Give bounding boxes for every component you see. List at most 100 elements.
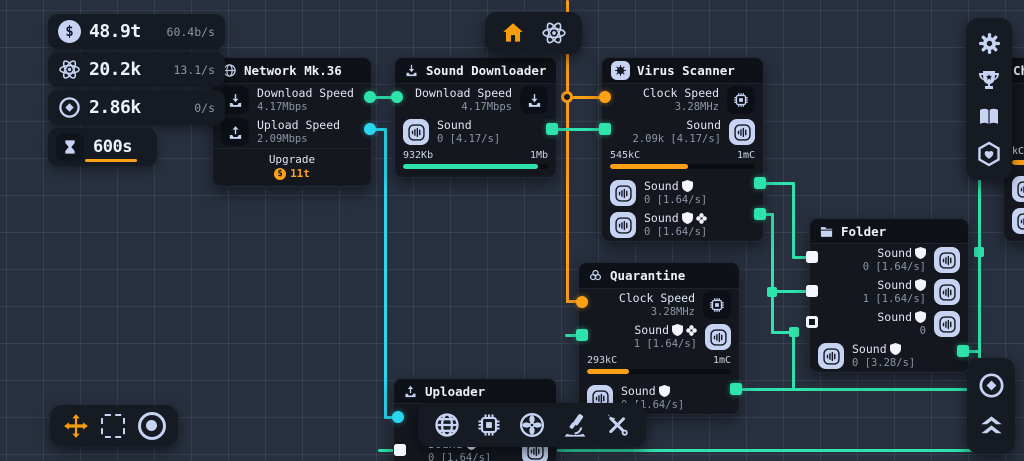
port-virus-scanner-sound-in[interactable] xyxy=(599,123,611,135)
sound-icon xyxy=(818,343,844,369)
port-folder-out[interactable] xyxy=(957,345,969,357)
wire-segment xyxy=(737,388,981,391)
port-folder-in-2[interactable] xyxy=(806,285,818,297)
double-chevron-up-icon[interactable] xyxy=(978,413,1005,440)
resource-cores: 2.86k 0/s xyxy=(48,90,225,125)
hex-heart-icon[interactable] xyxy=(976,141,1002,167)
port-virus-scanner-out-2[interactable] xyxy=(754,208,766,220)
wire-junction xyxy=(767,287,777,297)
node-title: Ch xyxy=(1013,63,1024,78)
folder-input-row-3: Sound 0 xyxy=(810,308,968,340)
shield-icon xyxy=(915,247,926,259)
port-network-download-out[interactable] xyxy=(364,91,376,103)
coin-icon: $ xyxy=(274,168,286,180)
wire-junction xyxy=(789,327,799,337)
port-sound-downloader-in[interactable] xyxy=(391,91,403,103)
biohazard-icon xyxy=(588,268,603,283)
port-folder-in-3[interactable] xyxy=(806,316,818,328)
home-icon[interactable] xyxy=(500,20,526,46)
network-upgrade-button[interactable]: Upgrade $ 11t xyxy=(213,148,371,186)
edge-row-2 xyxy=(1004,205,1024,237)
port-folder-in-1[interactable] xyxy=(806,251,818,263)
node-sound-downloader-header[interactable]: Sound Downloader xyxy=(395,58,556,84)
row-value: 0 [1.64/s] xyxy=(644,226,707,239)
download-icon xyxy=(520,86,548,114)
timer-underline xyxy=(85,159,137,162)
trophy-icon[interactable] xyxy=(977,68,1001,92)
atom-icon[interactable] xyxy=(541,20,567,46)
cores-rate: 0/s xyxy=(194,101,215,115)
row-value: 2.09Mbps xyxy=(257,133,340,146)
row-value: 4.17Mbps xyxy=(415,101,512,114)
vs-progress: 545kC 1mC xyxy=(602,148,763,177)
gear-icon[interactable] xyxy=(977,31,1002,56)
tools-icon[interactable] xyxy=(603,411,631,439)
q-clock-row: Clock Speed 3.28MHz xyxy=(579,289,739,321)
move-icon[interactable] xyxy=(63,413,89,439)
row-label: Sound xyxy=(852,342,887,356)
node-title: Uploader xyxy=(425,384,485,399)
port-uploader-in-1[interactable] xyxy=(392,411,404,423)
progress-fill xyxy=(587,369,629,374)
hourglass-icon xyxy=(56,133,84,161)
node-virus-scanner-header[interactable]: Virus Scanner xyxy=(602,58,763,84)
progress-current: 293kC xyxy=(587,355,617,366)
node-network-header[interactable]: Network Mk.36 xyxy=(213,58,371,84)
sd-progress: 932Kb 1Mb xyxy=(395,148,556,177)
folder-icon xyxy=(819,224,834,239)
cpu-icon[interactable] xyxy=(475,411,503,439)
download-icon xyxy=(221,86,249,114)
port-quarantine-out[interactable] xyxy=(730,383,742,395)
sound-icon xyxy=(934,279,960,305)
row-label: Sound xyxy=(634,323,669,337)
sd-download-row: Download Speed 4.17Mbps xyxy=(395,84,556,116)
network-upload-row: Upload Speed 2.09Mbps xyxy=(213,116,371,148)
row-label: Clock Speed xyxy=(619,291,695,305)
sound-icon xyxy=(1012,208,1024,234)
shield-icon xyxy=(915,279,926,291)
microscope-icon[interactable] xyxy=(561,411,589,439)
node-title: Folder xyxy=(841,224,886,239)
row-label: Clock Speed xyxy=(643,86,719,100)
book-icon[interactable] xyxy=(977,105,1001,129)
port-quarantine-clock-in[interactable] xyxy=(576,296,588,308)
row-value: 3.28MHz xyxy=(619,306,695,319)
port-virus-scanner-out-1[interactable] xyxy=(754,177,766,189)
row-value: 0 [3.28/s] xyxy=(852,357,915,370)
ring-diamond-icon[interactable] xyxy=(978,372,1005,399)
sound-icon xyxy=(934,247,960,273)
edge-row-1 xyxy=(1004,173,1024,205)
globe-icon[interactable] xyxy=(433,411,461,439)
fan-icon[interactable] xyxy=(518,411,546,439)
node-uploader-header[interactable]: Uploader xyxy=(394,379,556,404)
port-uploader-in-2[interactable] xyxy=(394,444,406,456)
port-virus-scanner-clock-in[interactable] xyxy=(599,91,611,103)
port-network-upload-out[interactable] xyxy=(364,123,376,135)
focus-circle-icon[interactable] xyxy=(138,412,166,440)
upgrade-cost: 11t xyxy=(290,167,310,180)
wire-junction xyxy=(974,247,984,257)
money-rate: 60.4b/s xyxy=(167,25,215,39)
research-value: 20.2k xyxy=(89,59,141,80)
wire-segment xyxy=(792,331,795,391)
wire-junction-ring xyxy=(561,91,573,103)
row-value: 0 [1.64/s] xyxy=(863,261,926,274)
bottom-right-dock xyxy=(967,358,1015,454)
wire-segment xyxy=(384,128,387,418)
port-sound-downloader-out[interactable] xyxy=(546,123,558,135)
node-folder-header[interactable]: Folder xyxy=(810,219,968,244)
upload-icon xyxy=(221,118,249,146)
node-title: Quarantine xyxy=(610,268,685,283)
right-sidebar xyxy=(966,18,1012,180)
node-quarantine-header[interactable]: Quarantine xyxy=(579,263,739,289)
vs-sound-in-row: Sound 2.09k [4.17/s] xyxy=(602,116,763,148)
row-value: 0 xyxy=(877,325,926,338)
game-canvas[interactable]: Network Mk.36 Download Speed 4.17Mbps Up… xyxy=(0,0,1024,461)
bottom-left-dock xyxy=(50,405,178,446)
row-value: 0 [1.64/s] xyxy=(428,452,491,461)
marquee-select-icon[interactable] xyxy=(101,414,125,438)
port-quarantine-sound-in[interactable] xyxy=(576,329,588,341)
row-label: Download Speed xyxy=(415,86,512,100)
folder-input-row-2: Sound 1 [1.64/s] xyxy=(810,276,968,308)
row-value: 3.28MHz xyxy=(643,101,719,114)
